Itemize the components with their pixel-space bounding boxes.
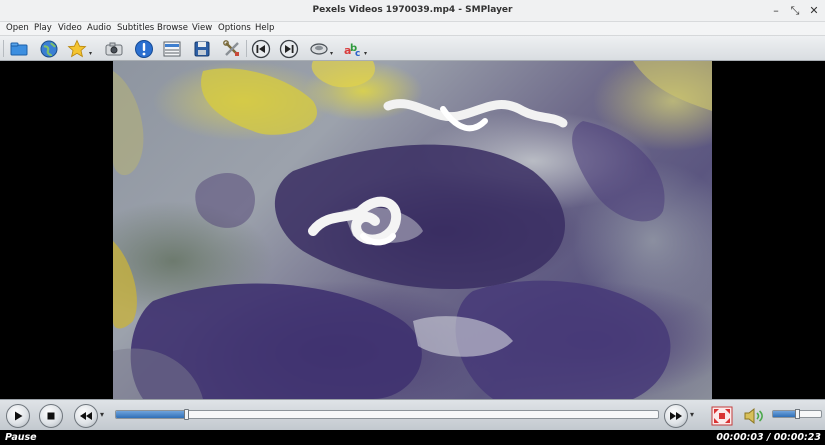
toolbar-grip	[3, 40, 4, 57]
volume-level	[773, 411, 797, 417]
stop-button[interactable]	[38, 403, 64, 428]
screenshot-camera-icon	[105, 42, 123, 55]
menu-view[interactable]: View	[190, 23, 214, 33]
status-bar: Pause 00:00:03 / 00:00:23	[0, 430, 825, 445]
audio-track-button[interactable]	[308, 38, 330, 59]
video-area[interactable]	[0, 61, 825, 399]
open-folder-icon	[10, 42, 28, 55]
title-bar: Pexels Videos 1970039.mp4 - SMPlayer – ⤡…	[0, 0, 825, 22]
rewind-dropdown-icon[interactable]: ▾	[100, 410, 104, 419]
preferences-button[interactable]	[221, 38, 243, 59]
info-button[interactable]	[133, 38, 155, 59]
save-button[interactable]	[191, 38, 213, 59]
menu-help[interactable]: Help	[253, 23, 276, 33]
menu-audio[interactable]: Audio	[85, 23, 113, 33]
next-icon	[279, 39, 299, 58]
video-frame[interactable]	[113, 61, 712, 399]
open-folder-button[interactable]	[8, 38, 30, 59]
forward-button[interactable]	[663, 403, 689, 428]
stop-icon	[47, 412, 55, 419]
seek-bar-progress	[116, 411, 187, 418]
volume-handle[interactable]	[795, 409, 800, 419]
previous-icon	[251, 39, 271, 58]
volume-slider[interactable]	[772, 409, 822, 419]
toolbar-separator	[246, 40, 247, 57]
preferences-tools-icon	[223, 39, 239, 56]
video-content-image	[113, 61, 712, 399]
menu-bar: Open Play Video Audio Subtitles Browse V…	[0, 22, 825, 36]
mute-button[interactable]	[741, 403, 767, 428]
forward-dropdown-icon[interactable]: ▾	[690, 410, 694, 419]
favorites-dropdown-icon[interactable]: ▾	[89, 50, 92, 57]
menu-browse[interactable]: Browse	[155, 23, 190, 33]
forward-icon	[670, 411, 682, 420]
play-button[interactable]	[5, 403, 31, 428]
subtitles-dropdown-icon[interactable]: ▾	[364, 50, 367, 57]
svg-text:c: c	[355, 49, 360, 59]
save-icon	[194, 41, 210, 56]
favorites-star-icon	[67, 39, 87, 57]
restore-button[interactable]: ⤡	[787, 3, 803, 19]
window-title: Pexels Videos 1970039.mp4 - SMPlayer	[312, 5, 513, 15]
subtitles-button[interactable]: a b c	[342, 38, 364, 59]
close-button[interactable]: ✕	[806, 3, 822, 19]
globe-icon	[40, 40, 58, 57]
audio-track-dropdown-icon[interactable]: ▾	[330, 50, 333, 57]
menu-video[interactable]: Video	[56, 23, 84, 33]
next-button[interactable]	[278, 38, 300, 59]
toolbar: ▾ ▾ a b c ▾	[0, 36, 825, 61]
seek-bar-handle[interactable]	[183, 409, 189, 420]
menu-open[interactable]: Open	[4, 23, 31, 33]
minimize-button[interactable]: –	[768, 3, 784, 19]
play-icon	[15, 411, 23, 420]
playlist-button[interactable]	[161, 38, 183, 59]
screenshot-button[interactable]	[103, 38, 125, 59]
fullscreen-icon	[711, 406, 733, 425]
speaker-icon	[744, 407, 763, 424]
playlist-icon	[163, 41, 181, 56]
favorites-button[interactable]	[66, 38, 88, 59]
menu-subtitles[interactable]: Subtitles	[115, 23, 156, 33]
subtitles-icon: a b c	[344, 43, 360, 59]
seek-bar[interactable]	[115, 409, 659, 420]
previous-button[interactable]	[250, 38, 272, 59]
audio-track-icon	[310, 42, 328, 55]
rewind-button[interactable]	[73, 403, 99, 428]
time-display: 00:00:03 / 00:00:23	[716, 432, 821, 443]
control-bar: ▾ ▾	[0, 399, 825, 430]
open-url-button[interactable]	[38, 38, 60, 59]
playback-state: Pause	[5, 432, 37, 443]
menu-options[interactable]: Options	[216, 23, 253, 33]
fullscreen-button[interactable]	[709, 403, 735, 428]
menu-play[interactable]: Play	[32, 23, 54, 33]
info-icon	[135, 39, 153, 58]
rewind-icon	[80, 411, 92, 420]
